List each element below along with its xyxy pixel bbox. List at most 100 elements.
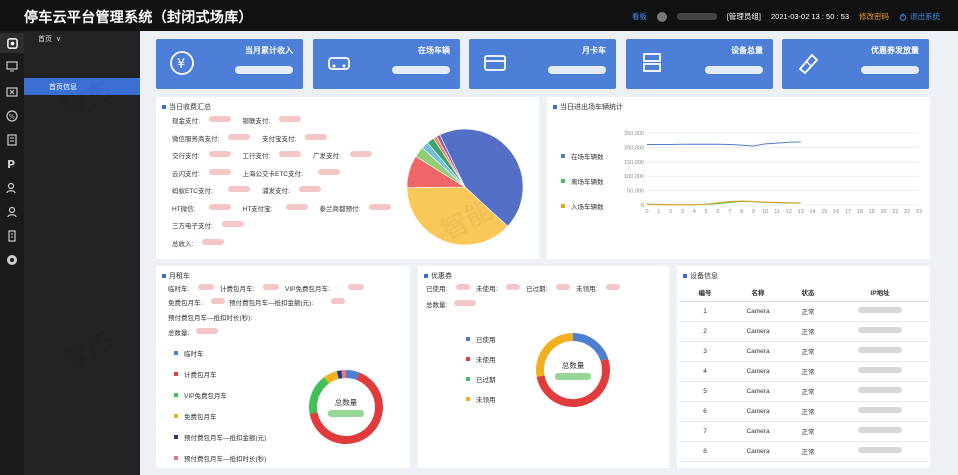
table-cell: 正常 [785,421,831,442]
legend-label: 未领用 [476,397,496,404]
legend-swatch [174,393,178,397]
y-tick-label: 0 [641,203,644,209]
change-password-link[interactable]: 修改密码 [859,11,889,22]
kpi-card[interactable]: 月卡车 [469,39,616,89]
legend-label: 离场车辆数 [571,179,604,186]
x-tick-label: 5 [705,209,708,215]
nav-parking-icon[interactable]: P [5,157,19,171]
income-item-label: HT微信: [172,205,196,213]
legend-label: 预付费包月车—抵扣时长(秒) [184,456,267,463]
legend-item[interactable]: 已使用 [466,334,496,344]
monthly-title: 月租车 [169,273,190,280]
income-item-label: 交行支付: [172,153,200,160]
y-tick-label: 200,000 [624,145,644,151]
nav-ticket-icon[interactable] [5,85,19,99]
kpi-label: 设备总量 [731,46,763,55]
nav-settings-icon[interactable] [5,253,19,267]
monthly-stat-label: VIP免费包月车: [285,286,330,293]
x-tick-label: 20 [880,209,886,215]
legend-label: 在场车辆数 [571,154,604,161]
redacted-value [196,328,218,334]
board-link[interactable]: 看板 [632,11,647,22]
x-tick-label: 16 [833,209,839,215]
x-tick-label: 14 [810,209,816,215]
legend-swatch [174,456,178,460]
legend-item[interactable]: 已过期 [466,374,496,384]
nav-report-icon[interactable] [5,133,19,147]
legend-item[interactable]: 未使用 [466,354,496,364]
table-cell: Camera [731,361,785,382]
monthly-stat-label: 预付费包月车—抵扣时长(秒): [168,315,253,322]
x-tick-label: 6 [716,209,719,215]
table-row[interactable]: 2 Camera 正常 [679,321,929,342]
redacted-value [208,168,231,175]
table-row[interactable]: 6 Camera 正常 [679,401,929,422]
kpi-card[interactable]: 设备总量 [626,39,773,89]
x-tick-label: 18 [857,209,863,215]
legend-item[interactable]: 离场车辆数 [561,176,604,186]
user-name-redacted [676,13,717,20]
coupon-total-label: 总数量: [426,302,448,309]
kpi-label: 优惠券发放量 [871,46,919,55]
legend-item[interactable]: 临时车 [174,348,204,358]
legend-label: 临时车 [184,351,204,358]
kpi-value-redacted [705,66,763,74]
legend-item[interactable]: 未领用 [466,394,496,404]
logout-button[interactable]: 退出系统 [899,11,940,22]
kpi-label: 在场车辆 [418,46,450,55]
menu-group-home[interactable]: 首页 ∨ [38,34,61,44]
legend-item[interactable]: 预付费包月车—抵扣金额(元) [174,432,266,442]
legend-swatch [561,204,565,208]
x-tick-label: 19 [869,209,875,215]
kpi-card[interactable]: 优惠券发放量 [782,39,929,89]
traffic-panel: 当日进出场车辆统计 在场车辆数 离场车辆数 入场车辆数 250,000 200,000… [547,97,930,259]
table-row[interactable]: 1 Camera 正常 [679,301,929,322]
redacted-value [211,298,225,304]
table-row[interactable]: 7 Camera 正常 [679,421,929,442]
x-tick-label: 22 [904,209,910,215]
table-cell: 3 [679,341,731,362]
devices-title: 设备信息 [690,273,718,280]
redacted-value [456,284,470,290]
legend-label: 已使用 [476,337,496,344]
legend-item[interactable]: 计费包月车 [174,369,217,379]
donut-center-label: 总数量 [335,397,358,407]
coupon-panel-header: 优惠券 [424,271,452,281]
nav-person-icon[interactable] [5,205,19,219]
redacted-value [858,407,902,413]
table-cell: Camera [731,321,785,342]
legend-item[interactable]: 在场车辆数 [561,151,604,161]
menu-item-home-info[interactable]: 首页信息 [24,78,140,95]
donut-segment [336,370,343,379]
panel-marker [162,274,166,278]
table-row[interactable]: 4 Camera 正常 [679,361,929,382]
nav-building-icon[interactable] [5,229,19,243]
legend-swatch [174,414,178,418]
redacted-value [555,373,591,380]
y-tick-label: 250,000 [624,131,644,137]
legend-item[interactable]: 预付费包月车—抵扣时长(秒) [174,453,266,463]
redacted-value [208,151,231,157]
kpi-card[interactable]: 在场车辆 [313,39,460,89]
table-row[interactable]: 3 Camera 正常 [679,341,929,362]
x-tick-label: 3 [681,209,684,215]
legend-item[interactable]: VIP免费包月车 [174,390,227,400]
legend-swatch [174,372,178,376]
legend-item[interactable]: 免费包月车 [174,411,217,421]
ip-cell [831,441,929,462]
table-row[interactable]: 5 Camera 正常 [679,381,929,402]
legend-item[interactable]: 入场车辆数 [561,201,604,211]
kpi-card[interactable]: ¥ 当月累计收入 [156,39,303,89]
table-row[interactable]: 8 Camera 正常 [679,441,929,462]
nav-monitor-icon[interactable] [5,59,19,73]
nav-discount-icon[interactable]: % [5,109,19,123]
income-item-label: 广发支付: [313,153,341,160]
traffic-line-chart: 250,000200,000150,000100,00050,00000 1 2 3 4… [624,131,922,215]
nav-home-icon[interactable] [0,33,24,53]
nav-users-icon[interactable] [5,181,19,195]
income-item-label: 银联支付: [242,118,271,125]
redacted-value [263,284,279,290]
svg-text:%: % [9,114,15,121]
redacted-value [858,347,902,353]
table-cell: 8 [679,441,731,462]
